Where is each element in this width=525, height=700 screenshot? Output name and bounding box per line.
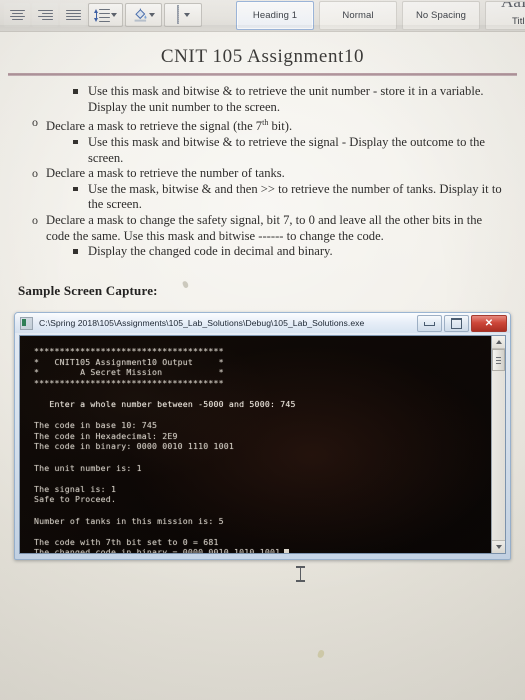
console-line: The code in Hexadecimal: 2E9 (34, 430, 178, 441)
console-title-bar[interactable]: C:\Spring 2018\105\Assignments\105_Lab_S… (15, 313, 510, 333)
console-line: The unit number is: 1 (34, 462, 142, 473)
scrollbar-thumb[interactable] (492, 349, 505, 371)
close-button[interactable]: ✕ (471, 315, 507, 332)
shading-paint-bucket-icon (133, 8, 148, 22)
console-line: The code in binary: 0000 0010 1110 1001 (34, 441, 235, 452)
page-title: CNIT 105 Assignment10 (160, 46, 365, 67)
square-bullet-icon (73, 249, 78, 254)
console-line: Enter a whole number between -5000 and 5… (34, 398, 296, 409)
word-ribbon-strip: Heading 1 Normal No Spacing AaBb Title (0, 0, 525, 32)
list-item-text: Declare a mask to retrieve the signal (t… (46, 118, 293, 134)
style-normal-label: Normal (342, 10, 374, 21)
console-line: ************************************* (34, 377, 224, 388)
borders-chevron-down-icon[interactable] (183, 13, 190, 17)
align-center-icon (9, 9, 25, 21)
console-line: ************************************* (34, 346, 224, 356)
console-line: Number of tanks in this mission is: 5 (34, 515, 224, 526)
style-title-sample-text: AaBb (500, 1, 525, 11)
close-icon: ✕ (484, 317, 494, 329)
console-line: The code with 7th bit set to 0 = 681 (34, 536, 219, 547)
maximize-icon (451, 318, 462, 329)
style-title[interactable]: AaBb Title (485, 1, 525, 30)
style-no-spacing[interactable]: No Spacing (402, 1, 480, 30)
style-no-spacing-label: No Spacing (415, 10, 467, 21)
align-right-button[interactable] (32, 3, 58, 27)
console-output-area[interactable]: ************************************* * C… (20, 336, 491, 553)
align-center-button[interactable] (4, 3, 30, 27)
align-justify-icon (65, 9, 81, 21)
line-spacing-chevron-down-icon[interactable] (111, 13, 117, 17)
align-justify-button[interactable] (60, 3, 86, 27)
list-item: o Declare a mask to retrieve the number … (0, 166, 525, 182)
title-horizontal-rule (8, 73, 517, 76)
console-title-text: C:\Spring 2018\105\Assignments\105_Lab_S… (39, 318, 365, 328)
paragraph-group (4, 3, 202, 27)
scrollbar-down-arrow-icon[interactable] (492, 540, 505, 553)
line-spacing-button[interactable] (88, 3, 123, 27)
shading-chevron-down-icon[interactable] (148, 13, 155, 17)
styles-gallery: Heading 1 Normal No Spacing AaBb Title (236, 1, 525, 30)
console-line: * A Secret Mission * (34, 367, 224, 378)
circle-bullet-icon: o (32, 115, 38, 130)
style-heading-1-label: Heading 1 (252, 10, 298, 21)
borders-icon (176, 5, 179, 24)
console-line: The changed code in binary = 0000 0010 1… (34, 547, 491, 553)
list-item: Use this mask and bitwise & to retrieve … (0, 84, 525, 115)
shading-button[interactable] (125, 3, 162, 27)
list-item-text: Use the mask, bitwise & and then >> to r… (88, 181, 502, 212)
list-item-text: Use this mask and bitwise & to retrieve … (88, 84, 484, 114)
list-item: Use this mask and bitwise & to retrieve … (0, 135, 525, 166)
console-line: Safe to Proceed. (34, 494, 117, 505)
align-right-icon (37, 9, 53, 21)
console-caret (284, 549, 290, 553)
minimize-button[interactable] (417, 315, 442, 332)
style-normal[interactable]: Normal (319, 1, 397, 30)
circle-bullet-icon: o (32, 212, 38, 227)
console-body: ************************************* * C… (19, 335, 506, 554)
text-ibeam-cursor (296, 566, 305, 582)
list-item: o Declare a mask to retrieve the signal … (0, 115, 525, 135)
list-item-text: Use this mask and bitwise & to retrieve … (88, 134, 485, 165)
square-bullet-icon (73, 186, 78, 192)
console-vertical-scrollbar[interactable] (491, 336, 505, 553)
console-window[interactable]: C:\Spring 2018\105\Assignments\105_Lab_S… (14, 312, 511, 560)
style-heading-1[interactable]: Heading 1 (236, 1, 314, 30)
style-title-label: Title (511, 16, 525, 27)
list-item: Use the mask, bitwise & and then >> to r… (0, 182, 525, 213)
circle-bullet-icon: o (32, 166, 38, 181)
line-spacing-icon (94, 8, 110, 23)
assignment-instruction-list: Use this mask and bitwise & to retrieve … (0, 84, 525, 260)
list-item-text: Display the changed code in decimal and … (88, 244, 333, 259)
scrollbar-up-arrow-icon[interactable] (492, 336, 505, 349)
list-item-text: Declare a mask to change the safety sign… (46, 212, 483, 243)
list-item: o Declare a mask to change the safety si… (0, 213, 525, 244)
window-control-buttons: ✕ (417, 315, 507, 332)
console-app-icon (20, 316, 33, 330)
console-line: The signal is: 1 (34, 483, 117, 494)
sample-screen-capture-heading: Sample Screen Capture: (18, 283, 158, 298)
list-item: Display the changed code in decimal and … (0, 244, 525, 260)
borders-button[interactable] (164, 3, 202, 27)
square-bullet-icon (73, 89, 78, 94)
borders-icon-wrap (176, 5, 179, 24)
list-item-text: Declare a mask to retrieve the number of… (46, 166, 285, 181)
square-bullet-icon (73, 139, 78, 145)
console-line: * CNIT105 Assignment10 Output * (34, 356, 224, 367)
console-line: The code in base 10: 745 (34, 420, 158, 431)
maximize-button[interactable] (444, 315, 469, 332)
minimize-icon (424, 321, 435, 326)
